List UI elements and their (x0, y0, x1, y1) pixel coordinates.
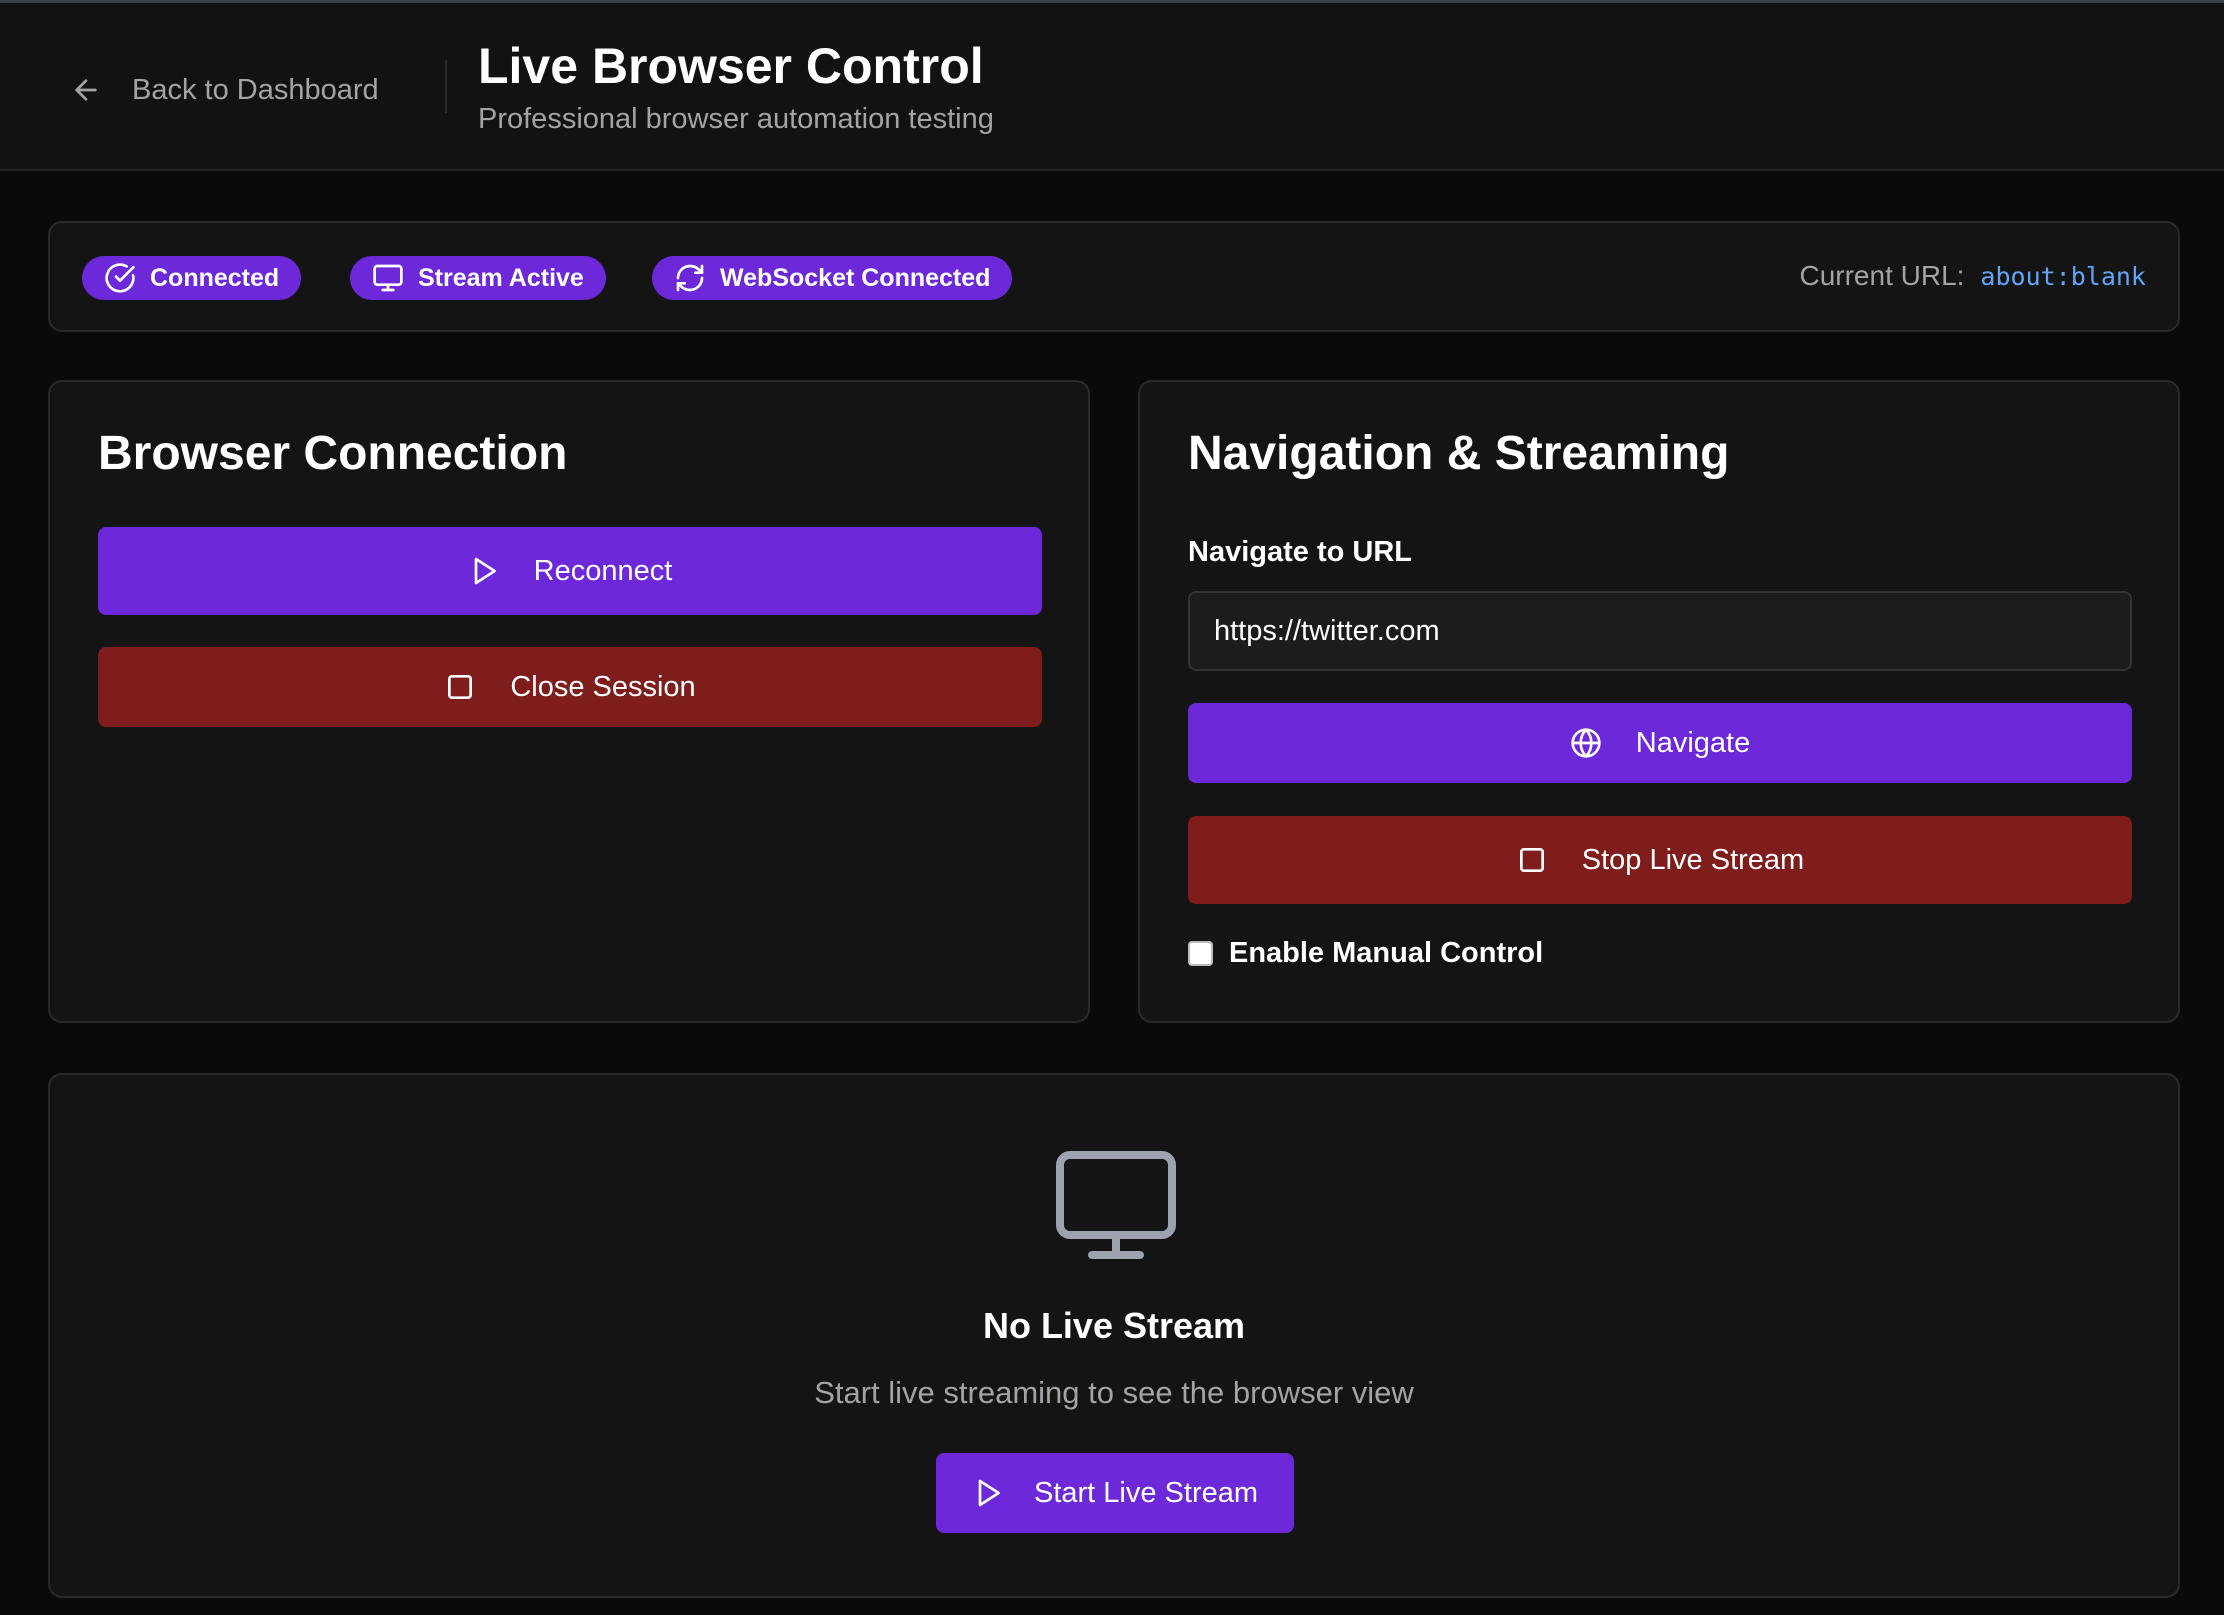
status-badge-label: Stream Active (418, 263, 584, 292)
play-icon (474, 557, 496, 585)
browser-connection-panel: Browser Connection Reconnect Close Sessi… (48, 380, 1090, 1023)
monitor-icon (373, 264, 403, 292)
start-live-stream-label: Start Live Stream (1033, 1476, 1259, 1509)
back-to-dashboard-link[interactable]: Back to Dashboard (70, 69, 379, 111)
manual-control-toggle[interactable]: Enable Manual Control (1188, 937, 1543, 970)
arrow-left-icon (75, 79, 97, 101)
manual-control-label: Enable Manual Control (1229, 937, 1544, 969)
browser-connection-title: Browser Connection (98, 427, 568, 480)
refresh-icon (676, 264, 704, 292)
no-stream-subtitle: Start live streaming to see the browser … (814, 1375, 1414, 1410)
page-subtitle: Professional browser automation testing (478, 103, 994, 135)
close-session-button[interactable]: Close Session (98, 647, 1042, 727)
header-divider (445, 60, 447, 113)
url-input[interactable] (1188, 591, 2132, 671)
start-live-stream-button[interactable]: Start Live Stream (936, 1453, 1294, 1533)
status-bar: Connected Stream Active WebSocket Connec… (48, 221, 2180, 332)
square-icon (1519, 848, 1544, 872)
close-session-label: Close Session (510, 670, 696, 703)
back-label: Back to Dashboard (132, 73, 379, 106)
stop-live-stream-label: Stop Live Stream (1581, 843, 1805, 876)
stop-live-stream-button[interactable]: Stop Live Stream (1188, 816, 2132, 904)
navigate-label: Navigate (1635, 726, 1751, 759)
navigate-button[interactable]: Navigate (1188, 703, 2132, 783)
reconnect-label: Reconnect (533, 554, 673, 587)
status-badge-websocket: WebSocket Connected (652, 256, 1013, 300)
status-badge-connected: Connected (82, 256, 302, 300)
url-field-label: Navigate to URL (1188, 536, 1412, 568)
navigation-panel: Navigation & Streaming Navigate to URL N… (1138, 380, 2180, 1023)
manual-control-checkbox[interactable] (1188, 941, 1213, 966)
globe-icon (1571, 728, 1601, 758)
play-icon (978, 1479, 1000, 1507)
check-circle-icon (105, 263, 135, 293)
current-url-label: Current URL: (1799, 260, 1965, 291)
square-icon (448, 675, 473, 699)
navigation-title: Navigation & Streaming (1188, 427, 1730, 480)
status-badge-stream: Stream Active (350, 256, 606, 300)
status-badge-label: Connected (150, 263, 280, 292)
current-url: Current URL: about:blank (1799, 260, 2146, 292)
reconnect-button[interactable]: Reconnect (98, 527, 1042, 615)
header: Back to Dashboard Live Browser Control P… (0, 3, 2224, 171)
monitor-icon (1056, 1151, 1176, 1259)
status-badge-label: WebSocket Connected (720, 263, 991, 292)
live-stream-panel: No Live Stream Start live streaming to s… (48, 1073, 2180, 1598)
no-stream-title: No Live Stream (982, 1305, 1246, 1346)
current-url-value: about:blank (1980, 261, 2146, 291)
page-title: Live Browser Control (478, 38, 984, 94)
